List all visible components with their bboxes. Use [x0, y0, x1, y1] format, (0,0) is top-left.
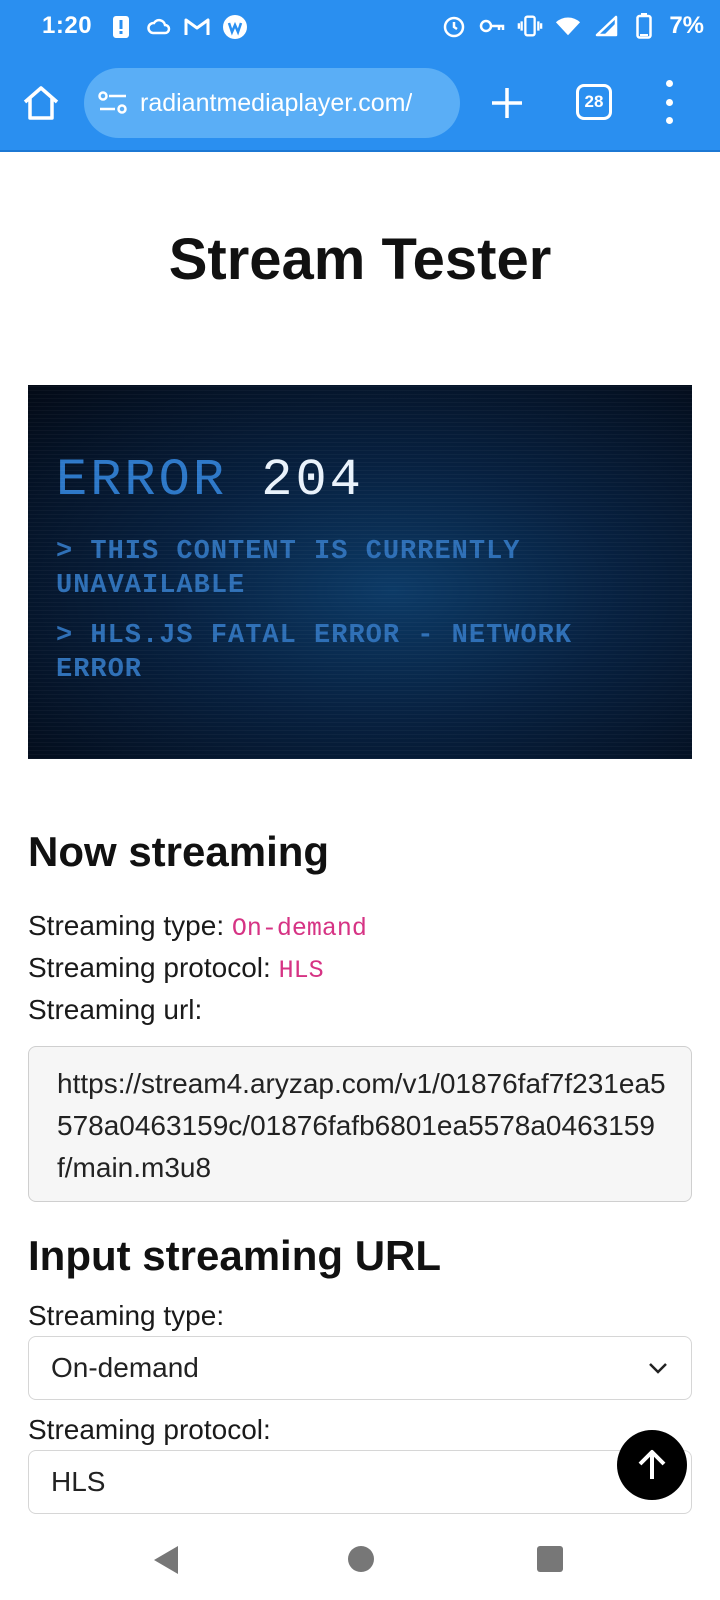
- notification-icons: [108, 14, 248, 40]
- recents-nav-button[interactable]: [537, 1546, 563, 1572]
- video-player[interactable]: ERROR 204 > THIS CONTENT IS CURRENTLY UN…: [28, 385, 692, 759]
- streaming-protocol-info: Streaming protocol: HLS: [28, 952, 324, 985]
- signal-icon: [593, 13, 619, 39]
- browser-toolbar: radiantmediaplayer.com/ 28: [0, 54, 720, 152]
- plus-icon: [492, 88, 522, 118]
- address-bar[interactable]: radiantmediaplayer.com/: [84, 68, 460, 138]
- error-message-line: > THIS CONTENT IS CURRENTLY UNAVAILABLE: [56, 537, 521, 601]
- error-title: ERROR 204: [56, 451, 364, 510]
- wifi-icon: [555, 13, 581, 39]
- vpn-key-icon: [479, 13, 505, 39]
- streaming-type-value: On-demand: [231, 914, 367, 943]
- new-tab-button[interactable]: [488, 84, 526, 122]
- error-label: ERROR: [56, 451, 228, 510]
- streaming-type-select-label: Streaming type:: [28, 1300, 225, 1331]
- scroll-to-top-button[interactable]: [617, 1430, 687, 1500]
- now-streaming-heading: Now streaming: [28, 828, 330, 875]
- home-icon: [23, 86, 59, 120]
- streaming-type-label: Streaming type:: [28, 910, 225, 941]
- input-streaming-heading: Input streaming URL: [28, 1232, 442, 1279]
- app-icon: [222, 14, 248, 40]
- streaming-protocol-select-label: Streaming protocol:: [28, 1414, 271, 1445]
- menu-dot: [665, 80, 673, 87]
- arrow-up-icon: [638, 1450, 666, 1479]
- page-title: Stream Tester: [168, 227, 552, 292]
- overflow-menu-button[interactable]: [662, 80, 676, 124]
- error-code: 204: [261, 451, 364, 510]
- streaming-protocol-label: Streaming protocol:: [28, 952, 271, 983]
- menu-dot: [665, 117, 673, 124]
- battery-icon: [631, 13, 657, 39]
- site-settings-icon[interactable]: [98, 90, 128, 116]
- tab-switcher-button[interactable]: 28: [576, 84, 612, 120]
- back-icon[interactable]: [152, 1544, 180, 1576]
- error-message-line: > HLS.JS FATAL ERROR - NETWORK ERROR: [56, 621, 573, 685]
- streaming-protocol-selected: HLS: [51, 1466, 106, 1497]
- url-text[interactable]: radiantmediaplayer.com/: [140, 89, 412, 118]
- streaming-type-selected: On-demand: [51, 1352, 199, 1383]
- home-nav-button[interactable]: [348, 1546, 374, 1572]
- streaming-protocol-select[interactable]: HLS: [28, 1450, 692, 1514]
- gmail-icon: [184, 14, 210, 40]
- status-time: 1:20: [42, 12, 93, 39]
- battery-percent: 7%: [669, 12, 704, 39]
- system-nav-bar: [0, 1520, 720, 1600]
- vibrate-icon: [517, 13, 543, 39]
- system-icons: 7%: [441, 12, 704, 40]
- alert-icon: [108, 14, 134, 40]
- menu-dot: [665, 98, 673, 106]
- streaming-url-label: Streaming url:: [28, 994, 203, 1025]
- streaming-protocol-value: HLS: [278, 956, 324, 985]
- chevron-down-icon: [649, 1363, 667, 1374]
- streaming-type-select[interactable]: On-demand: [28, 1336, 692, 1400]
- home-button[interactable]: [20, 82, 62, 124]
- alarm-icon: [441, 13, 467, 39]
- status-bar: 1:20 7%: [0, 0, 720, 54]
- streaming-url-box: https://stream4.aryzap.com/v1/01876faf7f…: [28, 1046, 692, 1202]
- cloud-icon: [146, 14, 172, 40]
- streaming-type-info: Streaming type: On-demand: [28, 910, 367, 943]
